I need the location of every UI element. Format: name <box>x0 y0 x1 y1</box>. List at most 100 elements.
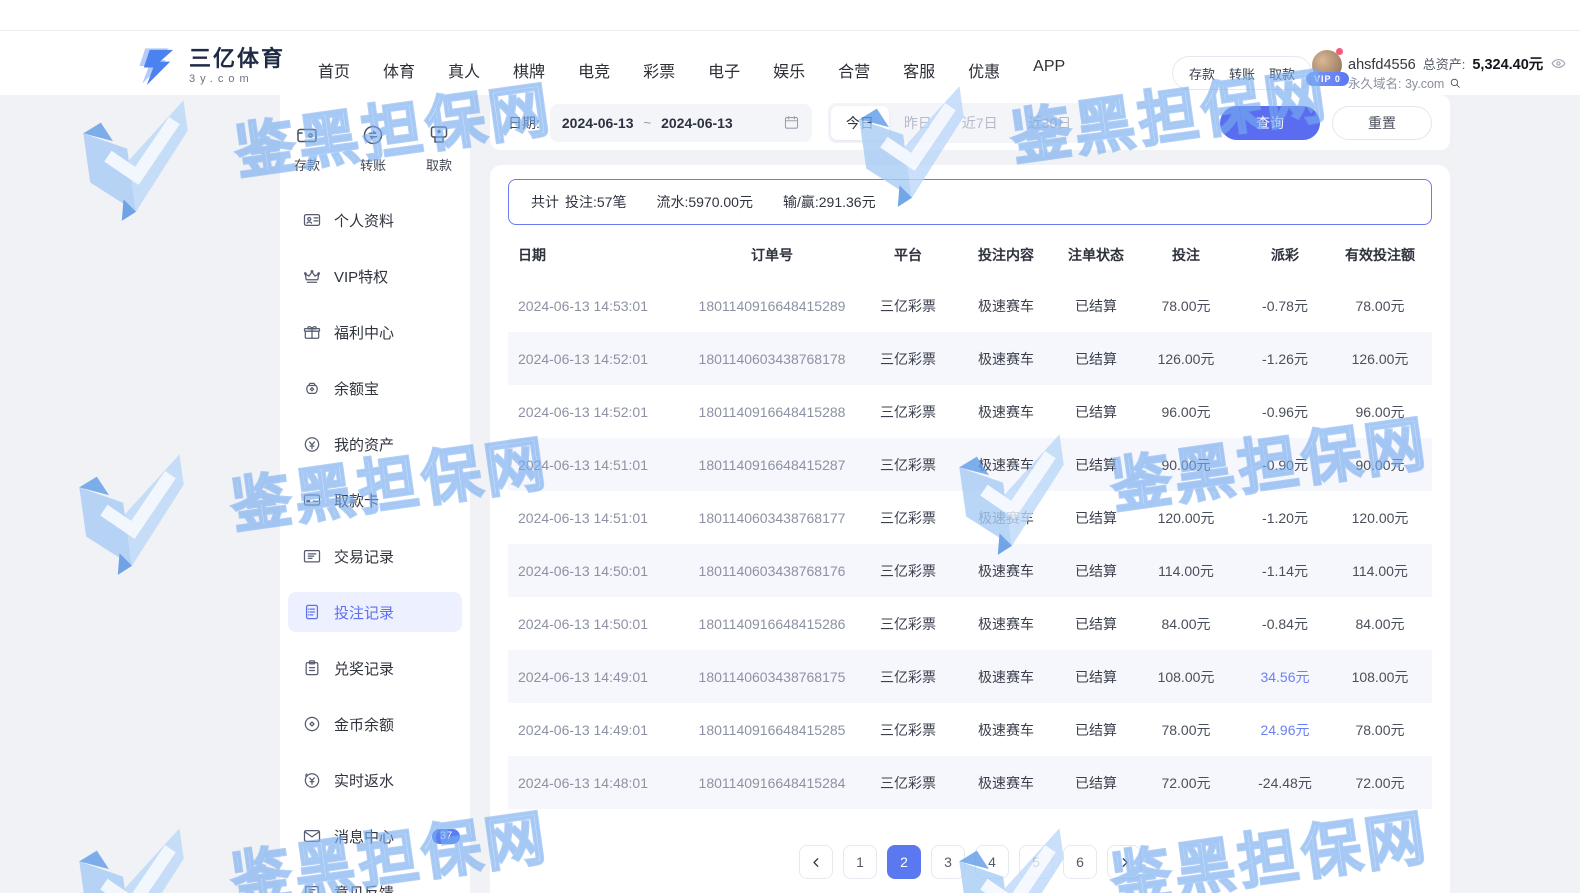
balance-purse-icon <box>302 378 322 398</box>
sidebar-quick-actions: 存款 转账 取款 <box>280 95 470 174</box>
deposit-icon <box>295 123 319 147</box>
coin-icon <box>302 714 322 734</box>
table-row[interactable]: 2024-06-13 14:49:01 1801140916648415285 … <box>508 703 1432 756</box>
redeem-record-icon <box>302 658 322 678</box>
sidebar-item[interactable]: 我的资产 <box>288 424 462 464</box>
nav-item[interactable]: 优惠 <box>968 58 1000 82</box>
page-button[interactable]: 2 <box>887 845 921 879</box>
sidebar-item[interactable]: VIP特权 <box>288 256 462 296</box>
table-row[interactable]: 2024-06-13 14:52:01 1801140916648415288 … <box>508 385 1432 438</box>
table-body: 2024-06-13 14:53:01 1801140916648415289 … <box>508 279 1432 809</box>
topbar: 三亿体育 3y.com 首页 体育 真人 棋牌 电竞 彩票 电子 娱乐 合营 客服 优惠 APP 存款… <box>0 0 1580 95</box>
chevron-right-icon <box>1117 855 1132 870</box>
logo-title: 三亿体育 <box>189 47 285 71</box>
quick-action[interactable]: 转账 <box>360 123 386 174</box>
nav-item[interactable]: 电竞 <box>578 58 610 82</box>
quick-range-button[interactable]: 近7日 <box>947 106 1013 140</box>
nav-item[interactable]: APP <box>1033 58 1065 82</box>
nav-item[interactable]: 娱乐 <box>773 58 805 82</box>
sidebar-item[interactable]: 取款卡 <box>288 480 462 520</box>
profile-card-icon <box>302 210 322 230</box>
rebate-icon <box>302 770 322 790</box>
sidebar: 存款 转账 取款 个人资料 VIP特权 福利中心 余额宝 我的资产 取款卡 交易… <box>280 95 470 893</box>
sidebar-item[interactable]: 个人资料 <box>288 200 462 240</box>
summary-winloss: 输/赢:291.36元 <box>783 192 876 212</box>
calendar-icon[interactable] <box>783 114 800 131</box>
quick-action[interactable]: 存款 <box>294 123 320 174</box>
date-from: 2024-06-13 <box>562 115 634 131</box>
date-to: 2024-06-13 <box>661 115 733 131</box>
page-buttons: 123456 <box>843 845 1097 879</box>
date-range-input[interactable]: 2024-06-13 ~ 2024-06-13 <box>550 104 812 142</box>
sidebar-item[interactable]: 交易记录 <box>288 536 462 576</box>
summary-bets: 投注:57笔 <box>565 192 626 212</box>
sidebar-item[interactable]: 兑奖记录 <box>288 648 462 688</box>
assets-value: 5,324.40元 <box>1472 53 1543 74</box>
gift-icon <box>302 322 322 342</box>
nav-item[interactable]: 电子 <box>708 58 740 82</box>
nav-item[interactable]: 体育 <box>383 58 415 82</box>
nav-item[interactable]: 客服 <box>903 58 935 82</box>
wallet-actions: 存款转账取款 <box>1172 56 1312 90</box>
nav-item[interactable]: 合营 <box>838 58 870 82</box>
withdraw-icon <box>427 123 451 147</box>
username[interactable]: ahsfd4556 <box>1348 57 1416 73</box>
content-card: 共计 投注:57笔 流水:5970.00元 输/赢:291.36元 日期 订单号… <box>490 165 1450 893</box>
wallet-action[interactable]: 取款 <box>1269 64 1295 83</box>
bank-card-icon <box>302 490 322 510</box>
table-row[interactable]: 2024-06-13 14:53:01 1801140916648415289 … <box>508 279 1432 332</box>
table-row[interactable]: 2024-06-13 14:48:01 1801140916648415284 … <box>508 756 1432 809</box>
chevron-left-icon <box>809 855 824 870</box>
col-bet: 投注 <box>1130 245 1242 265</box>
prev-page-button[interactable] <box>799 845 833 879</box>
next-page-button[interactable] <box>1107 845 1141 879</box>
col-content: 投注内容 <box>950 245 1062 265</box>
search-button[interactable]: 查询 <box>1220 106 1320 140</box>
table-row[interactable]: 2024-06-13 14:51:01 1801140603438768177 … <box>508 491 1432 544</box>
table-row[interactable]: 2024-06-13 14:50:01 1801140603438768176 … <box>508 544 1432 597</box>
logo[interactable]: 三亿体育 3y.com <box>135 44 285 88</box>
nav-item[interactable]: 彩票 <box>643 58 675 82</box>
sidebar-item[interactable]: 余额宝 <box>288 368 462 408</box>
page-button[interactable]: 1 <box>843 845 877 879</box>
my-assets-icon <box>302 434 322 454</box>
quick-action[interactable]: 取款 <box>426 123 452 174</box>
page-button[interactable]: 3 <box>931 845 965 879</box>
table-row[interactable]: 2024-06-13 14:49:01 1801140603438768175 … <box>508 650 1432 703</box>
sidebar-item[interactable]: 实时返水 <box>288 760 462 800</box>
summary-bar: 共计 投注:57笔 流水:5970.00元 输/赢:291.36元 <box>508 179 1432 225</box>
sidebar-item[interactable]: 消息中心 37 <box>288 816 462 856</box>
nav-item[interactable]: 棋牌 <box>513 58 545 82</box>
sidebar-item[interactable]: 福利中心 <box>288 312 462 352</box>
page-button[interactable]: 5 <box>1019 845 1053 879</box>
wallet-action[interactable]: 存款 <box>1189 64 1215 83</box>
eye-icon[interactable] <box>1550 55 1567 72</box>
watermark-shield-icon <box>60 445 225 583</box>
page-button[interactable]: 4 <box>975 845 1009 879</box>
col-payout: 派彩 <box>1242 245 1328 265</box>
bet-record-icon <box>302 602 322 622</box>
page-button[interactable]: 6 <box>1063 845 1097 879</box>
date-separator: ~ <box>644 115 652 130</box>
table-row[interactable]: 2024-06-13 14:50:01 1801140916648415286 … <box>508 597 1432 650</box>
wallet-action[interactable]: 转账 <box>1229 64 1255 83</box>
search-icon[interactable] <box>1448 76 1462 90</box>
table-row[interactable]: 2024-06-13 14:52:01 1801140603438768178 … <box>508 332 1432 385</box>
quick-range-button[interactable]: 今日 <box>831 106 889 140</box>
quick-range-button[interactable]: 近30日 <box>1013 106 1087 140</box>
nav-item[interactable]: 真人 <box>448 58 480 82</box>
permanent-domain: 永久域名: 3y.com <box>1348 73 1444 92</box>
sidebar-item[interactable]: 金币余额 <box>288 704 462 744</box>
summary-prefix: 共计 <box>531 192 559 212</box>
table-row[interactable]: 2024-06-13 14:51:01 1801140916648415287 … <box>508 438 1432 491</box>
sidebar-item[interactable]: 意见反馈 <box>288 872 462 893</box>
quick-range-group: 今日昨日近7日近30日 <box>828 103 1089 143</box>
reset-button[interactable]: 重置 <box>1332 106 1432 140</box>
page: 三亿体育 3y.com 首页 体育 真人 棋牌 电竞 彩票 电子 娱乐 合营 客服 优惠 APP 存款… <box>0 0 1580 893</box>
nav-item[interactable]: 首页 <box>318 58 350 82</box>
quick-range-button[interactable]: 昨日 <box>889 106 947 140</box>
summary-turnover: 流水:5970.00元 <box>656 192 753 212</box>
col-valid: 有效投注额 <box>1328 245 1432 265</box>
sidebar-item[interactable]: 投注记录 <box>288 592 462 632</box>
filter-bar: 日期: 2024-06-13 ~ 2024-06-13 今日昨日近7日近30日 … <box>490 95 1450 150</box>
